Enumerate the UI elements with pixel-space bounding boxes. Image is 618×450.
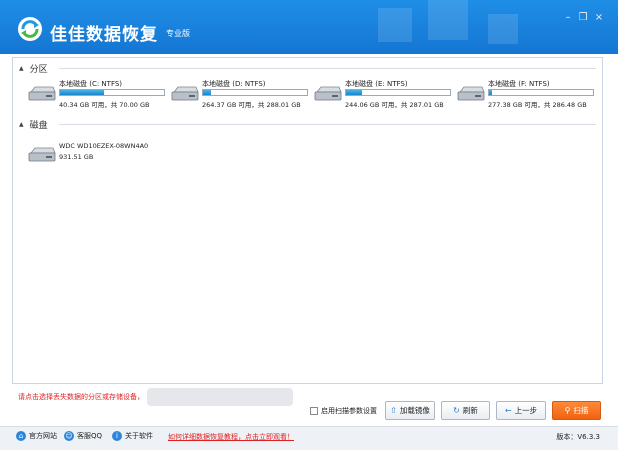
hard-drive-icon	[171, 86, 199, 101]
partition-capacity: 277.38 GB 可用，共 286.48 GB	[488, 101, 587, 109]
partition-usage-bar	[488, 89, 594, 96]
info-icon: i	[112, 431, 122, 441]
background-decoration	[378, 0, 518, 44]
hard-drive-icon	[28, 86, 56, 101]
disk-size: 931.51 GB	[59, 153, 94, 161]
partition-section-header[interactable]: ▲ 分区	[19, 62, 54, 75]
close-button[interactable]: ×	[593, 12, 605, 24]
partition-usage-fill	[346, 90, 362, 95]
partition-name: 本地磁盘 (E: NTFS)	[345, 80, 408, 88]
collapse-triangle-icon[interactable]: ▲	[19, 121, 24, 128]
official-website-link[interactable]: ⌂ 官方网站	[16, 431, 57, 441]
partition-usage-fill	[60, 90, 104, 95]
status-footer: ⌂ 官方网站 ☺ 客服QQ i 关于软件 如何详细数据恢复教程，点击立即观看！ …	[0, 426, 618, 450]
partition-usage-fill	[203, 90, 212, 95]
partition-name: 本地磁盘 (C: NTFS)	[59, 80, 123, 88]
tutorial-promo-link[interactable]: 如何详细数据恢复教程，点击立即观看！	[168, 432, 294, 442]
disk-item[interactable]: WDC WD10EZEX-08WN4A0 931.51 GB	[27, 140, 167, 170]
partition-item[interactable]: 本地磁盘 (C: NTFS) 40.34 GB 可用，共 70.00 GB	[27, 79, 167, 111]
partition-capacity: 244.06 GB 可用，共 287.01 GB	[345, 101, 444, 109]
hard-drive-icon	[457, 86, 485, 101]
instruction-hint: 请点击选择丢失数据的分区或存储设备，	[18, 393, 144, 401]
partition-item[interactable]: 本地磁盘 (F: NTFS) 277.38 GB 可用，共 286.48 GB	[456, 79, 596, 111]
support-qq-link[interactable]: ☺ 客服QQ	[64, 431, 102, 441]
upload-icon: ⇧	[390, 406, 397, 415]
enable-params-checkbox[interactable]: 启用扫描参数设置	[310, 406, 377, 416]
restore-button[interactable]: ❐	[577, 12, 589, 24]
load-image-button[interactable]: ⇧ 加载镜像	[385, 401, 435, 420]
prev-step-label: 上一步	[514, 406, 538, 415]
hard-drive-icon	[314, 86, 342, 101]
about-software-link[interactable]: i 关于软件	[112, 431, 153, 441]
collapse-triangle-icon[interactable]: ▲	[19, 65, 24, 72]
edition-label: 专业版	[166, 29, 190, 38]
load-image-label: 加载镜像	[399, 406, 430, 415]
partition-usage-fill	[489, 90, 493, 95]
enable-params-label: 启用扫描参数设置	[321, 407, 377, 415]
partition-usage-bar	[59, 89, 165, 96]
minimize-button[interactable]: –	[562, 12, 574, 24]
app-title: 佳佳数据恢复	[50, 25, 158, 45]
search-icon: ⚲	[564, 406, 571, 415]
refresh-label: 刷新	[462, 406, 478, 415]
partition-capacity: 40.34 GB 可用，共 70.00 GB	[59, 101, 150, 109]
hard-drive-icon	[28, 147, 56, 162]
partition-name: 本地磁盘 (F: NTFS)	[488, 80, 550, 88]
scan-label: 扫描	[573, 406, 589, 415]
version-label: 版本：V6.3.3	[556, 433, 600, 441]
home-icon: ⌂	[16, 431, 26, 441]
support-qq-label: 客服QQ	[77, 432, 103, 440]
app-logo-icon	[18, 17, 42, 41]
partition-usage-bar	[345, 89, 451, 96]
partition-item[interactable]: 本地磁盘 (D: NTFS) 264.37 GB 可用，共 288.01 GB	[170, 79, 310, 111]
watermark-logo	[147, 388, 293, 406]
refresh-icon: ↻	[453, 406, 460, 415]
qq-icon: ☺	[64, 431, 74, 441]
device-panel: ▲ 分区 本地磁盘 (C: NTFS) 40.34 GB 可用，共 70.00 …	[12, 57, 603, 384]
partition-usage-bar	[202, 89, 308, 96]
partition-item[interactable]: 本地磁盘 (E: NTFS) 244.06 GB 可用，共 287.01 GB	[313, 79, 453, 111]
prev-step-button[interactable]: ← 上一步	[496, 401, 546, 420]
section-divider	[59, 124, 596, 125]
disk-section-title: 磁盘	[29, 120, 48, 131]
disk-name: WDC WD10EZEX-08WN4A0	[59, 142, 149, 150]
partition-capacity: 264.37 GB 可用，共 288.01 GB	[202, 101, 301, 109]
partition-name: 本地磁盘 (D: NTFS)	[202, 80, 266, 88]
section-divider	[59, 68, 596, 69]
partition-section-title: 分区	[29, 64, 48, 75]
refresh-button[interactable]: ↻ 刷新	[441, 401, 490, 420]
scan-button[interactable]: ⚲ 扫描	[552, 401, 601, 420]
official-website-label: 官方网站	[29, 432, 57, 440]
checkbox-box[interactable]	[310, 407, 318, 415]
about-software-label: 关于软件	[125, 432, 153, 440]
arrow-left-icon: ←	[504, 406, 512, 415]
disk-section-header[interactable]: ▲ 磁盘	[19, 118, 54, 131]
title-bar: 佳佳数据恢复 专业版 – ❐ ×	[0, 0, 618, 54]
